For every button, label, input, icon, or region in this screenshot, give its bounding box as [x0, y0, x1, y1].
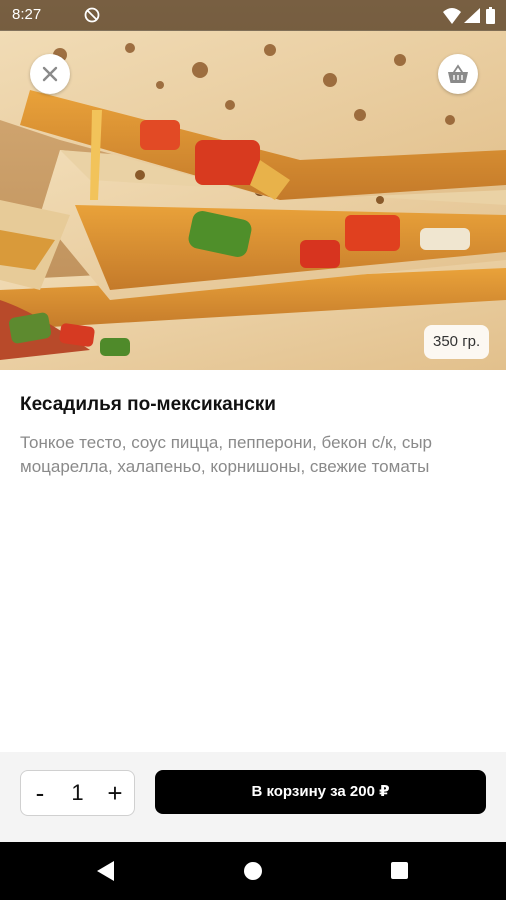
- status-time: 8:27: [12, 6, 42, 23]
- signal-icon: [464, 8, 480, 23]
- status-bar: 8:27: [0, 0, 506, 31]
- quantity-stepper: - 1 +: [20, 770, 135, 816]
- add-to-cart-button[interactable]: В корзину за 200 ₽: [155, 770, 486, 814]
- product-hero-image: 350 гр.: [0, 0, 506, 370]
- increase-quantity-button[interactable]: +: [96, 771, 134, 815]
- recents-icon[interactable]: [391, 862, 408, 879]
- system-nav-bar: [0, 842, 506, 900]
- order-bar: - 1 + В корзину за 200 ₽: [0, 752, 506, 842]
- battery-icon: [486, 7, 495, 24]
- quesadilla-photo: [0, 0, 506, 370]
- close-icon: [42, 66, 58, 82]
- home-icon[interactable]: [244, 862, 262, 880]
- back-icon[interactable]: [97, 861, 115, 881]
- close-button[interactable]: [30, 54, 70, 94]
- dnd-icon: [84, 7, 100, 23]
- basket-icon: [448, 64, 468, 83]
- wifi-icon: [443, 8, 461, 24]
- quantity-value: 1: [71, 780, 84, 805]
- product-description: Тонкое тесто, соус пицца, пепперони, бек…: [20, 433, 433, 476]
- weight-badge: 350 гр.: [424, 325, 490, 359]
- decrease-quantity-button[interactable]: -: [21, 771, 59, 815]
- cart-button[interactable]: [438, 54, 478, 94]
- product-title: Кесадилья по-мексикански: [20, 394, 276, 415]
